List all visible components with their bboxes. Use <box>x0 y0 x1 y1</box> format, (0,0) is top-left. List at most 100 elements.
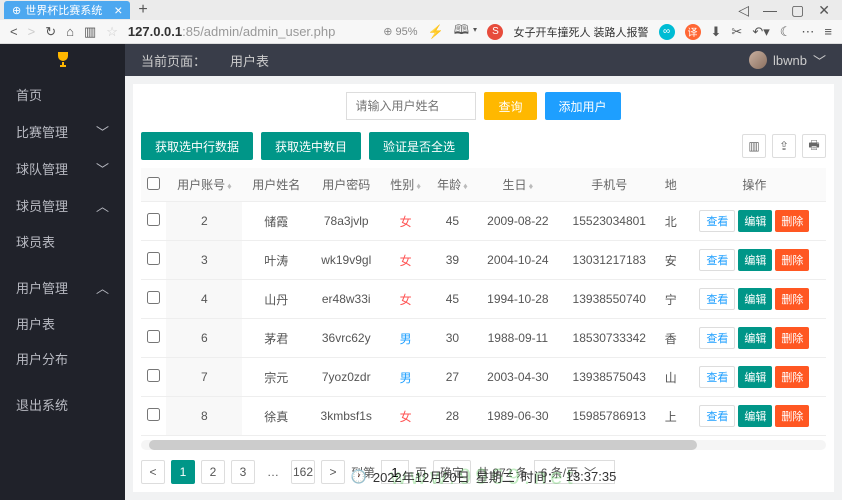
close-icon[interactable]: × <box>114 2 122 18</box>
view-button[interactable]: 查看 <box>699 366 735 388</box>
row-checkbox[interactable] <box>147 213 160 226</box>
home-icon[interactable]: ⌂ <box>66 24 74 39</box>
back-icon[interactable]: < <box>10 24 18 39</box>
maximize-icon[interactable]: ▢ <box>791 2 804 19</box>
reader-icon[interactable]: ▥ <box>84 24 96 40</box>
sidebar-item-home[interactable]: 首页 <box>0 76 125 113</box>
cell-birthday: 1988-09-11 <box>476 319 560 358</box>
cell-birthday: 1994-10-28 <box>476 280 560 319</box>
edit-button[interactable]: 编辑 <box>738 366 772 388</box>
delete-button[interactable]: 删除 <box>775 405 809 427</box>
shield-icon[interactable]: S <box>487 24 503 40</box>
export-icon[interactable]: ⇪ <box>772 134 796 158</box>
table-row: 7 宗元 7yoz0zdr 男 27 2003-04-30 1393857504… <box>141 358 826 397</box>
translate-icon[interactable]: 🕮 ▾ <box>454 21 478 43</box>
news-snippet[interactable]: 女子开车撞死人 装路人报警 <box>513 24 648 40</box>
page-button[interactable]: 3 <box>231 460 255 484</box>
select-all-checkbox[interactable] <box>147 177 160 190</box>
footer-date: 2022年12月20日 <box>373 467 470 486</box>
more-icon[interactable]: ⋯ <box>801 24 814 40</box>
edit-button[interactable]: 编辑 <box>738 210 772 232</box>
next-page-button[interactable]: > <box>321 460 345 484</box>
chevron-down-icon[interactable]: ﹀ <box>813 51 826 70</box>
forward-icon[interactable]: > <box>28 24 36 39</box>
sidebar-item-player-list[interactable]: 球员表 <box>0 224 125 259</box>
check-all-button[interactable]: 验证是否全选 <box>369 132 469 160</box>
table-row: 8 徐真 3kmbsf1s 女 28 1989-06-30 1598578691… <box>141 397 826 436</box>
zoom-level[interactable]: ⊕ 95% <box>383 25 417 38</box>
table-row: 4 山丹 er48w33i 女 45 1994-10-28 1393855074… <box>141 280 826 319</box>
minimize-icon[interactable]: — <box>763 2 777 19</box>
cell-addr: 香 <box>659 319 683 358</box>
infinity-icon[interactable]: ∞ <box>659 24 675 40</box>
cell-name: 山丹 <box>242 280 310 319</box>
row-checkbox[interactable] <box>147 369 160 382</box>
print-icon[interactable]: 🖶 <box>802 134 826 158</box>
delete-button[interactable]: 删除 <box>775 327 809 349</box>
delete-button[interactable]: 删除 <box>775 366 809 388</box>
scissors-icon[interactable]: ✂ <box>731 24 742 40</box>
download-icon[interactable]: ⬇ <box>711 24 722 40</box>
delete-button[interactable]: 删除 <box>775 288 809 310</box>
star-icon[interactable]: ☆ <box>106 24 118 40</box>
undo-icon[interactable]: ↶▾ <box>752 24 769 40</box>
col-account[interactable]: 用户账号♦ <box>166 168 242 202</box>
page-button[interactable]: 162 <box>291 460 315 484</box>
search-input[interactable] <box>346 92 476 120</box>
view-button[interactable]: 查看 <box>699 327 735 349</box>
avatar[interactable] <box>749 51 767 69</box>
sidebar-item-match[interactable]: 比赛管理﹀ <box>0 113 125 150</box>
sidebar-item-user[interactable]: 用户管理︿ <box>0 269 125 306</box>
footer-weekday: 星期二 <box>476 467 515 486</box>
edit-button[interactable]: 编辑 <box>738 288 772 310</box>
close-window-icon[interactable]: ✕ <box>818 2 830 19</box>
row-checkbox[interactable] <box>147 291 160 304</box>
edit-button[interactable]: 编辑 <box>738 249 772 271</box>
view-button[interactable]: 查看 <box>699 405 735 427</box>
menu-icon[interactable]: ≡ <box>824 24 832 39</box>
sidebar-item-team[interactable]: 球队管理﹀ <box>0 150 125 187</box>
moon-icon[interactable]: ☾ <box>780 24 792 40</box>
col-age[interactable]: 年龄♦ <box>429 168 476 202</box>
columns-icon[interactable]: ▥ <box>742 134 766 158</box>
cell-age: 27 <box>429 358 476 397</box>
row-checkbox[interactable] <box>147 252 160 265</box>
view-button[interactable]: 查看 <box>699 288 735 310</box>
col-ops: 操作 <box>683 168 826 202</box>
delete-button[interactable]: 删除 <box>775 210 809 232</box>
col-gender[interactable]: 性别♦ <box>382 168 429 202</box>
row-checkbox[interactable] <box>147 408 160 421</box>
reload-icon[interactable]: ↻ <box>45 24 56 40</box>
view-button[interactable]: 查看 <box>699 249 735 271</box>
query-button[interactable]: 查询 <box>484 92 536 120</box>
url-display[interactable]: 127.0.0.1:85/admin/admin_user.php <box>128 24 335 39</box>
delete-button[interactable]: 删除 <box>775 249 809 271</box>
col-birthday[interactable]: 生日♦ <box>476 168 560 202</box>
new-tab-button[interactable]: + <box>138 1 147 19</box>
sidebar-item-logout[interactable]: 退出系统 <box>0 386 125 423</box>
sidebar-item-user-list[interactable]: 用户表 <box>0 306 125 341</box>
translate-badge-icon[interactable]: 译 <box>685 24 701 40</box>
cell-account: 8 <box>166 397 242 436</box>
table-row: 2 储霞 78a3jvlp 女 45 2009-08-22 1552303480… <box>141 202 826 241</box>
sidebar-item-user-dist[interactable]: 用户分布 <box>0 341 125 376</box>
sort-icon: ♦ <box>463 181 468 191</box>
cell-age: 39 <box>429 241 476 280</box>
prev-page-button[interactable]: < <box>141 460 165 484</box>
cell-password: 36vrc62y <box>310 319 382 358</box>
add-user-button[interactable]: 添加用户 <box>545 92 621 120</box>
browser-tab[interactable]: ⊕ 世界杯比赛系统 × <box>4 1 130 19</box>
bolt-icon[interactable]: ⚡ <box>428 24 444 40</box>
page-button[interactable]: 1 <box>171 460 195 484</box>
view-button[interactable]: 查看 <box>699 210 735 232</box>
cell-account: 3 <box>166 241 242 280</box>
get-selected-count-button[interactable]: 获取选中数目 <box>261 132 361 160</box>
edit-button[interactable]: 编辑 <box>738 327 772 349</box>
get-selected-rows-button[interactable]: 获取选中行数据 <box>141 132 253 160</box>
speaker-icon[interactable]: ◁ <box>738 2 749 19</box>
sidebar-item-player[interactable]: 球员管理︿ <box>0 187 125 224</box>
edit-button[interactable]: 编辑 <box>738 405 772 427</box>
row-checkbox[interactable] <box>147 330 160 343</box>
horizontal-scrollbar[interactable] <box>141 440 826 450</box>
page-button[interactable]: 2 <box>201 460 225 484</box>
